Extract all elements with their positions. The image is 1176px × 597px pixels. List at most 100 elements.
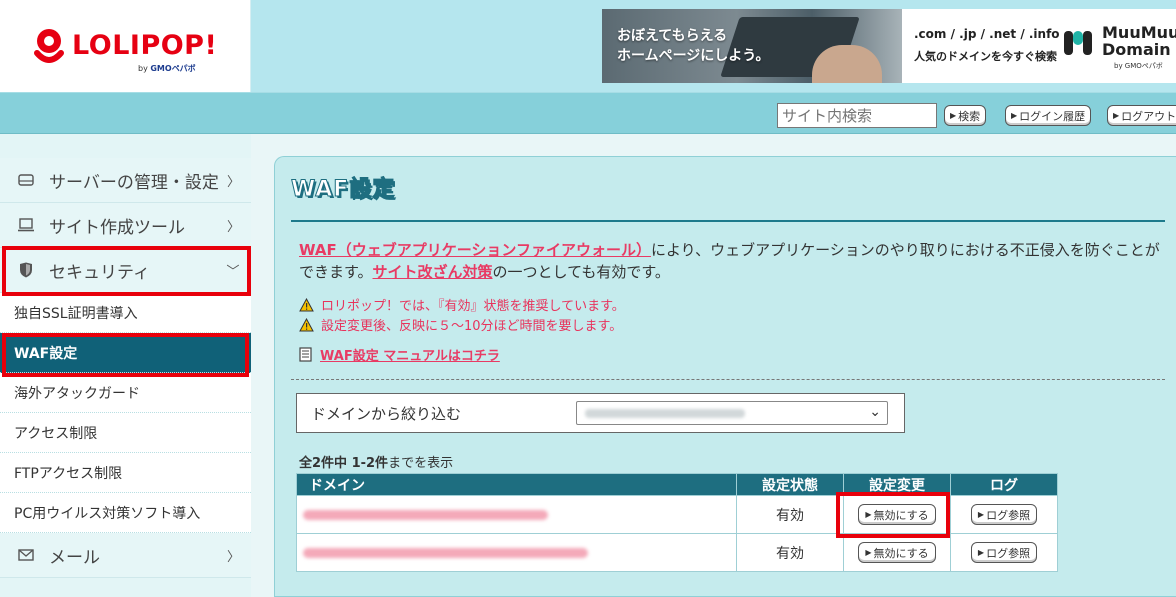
sidebar-sub-label: WAF設定 [14, 345, 78, 362]
redacted-domain [303, 509, 548, 520]
sidebar-sub-waf[interactable]: WAF設定 [0, 333, 251, 373]
domain-select[interactable]: ⌄ [576, 401, 888, 425]
logout-label: ログアウト [1121, 109, 1176, 123]
manual-row: WAF設定 マニュアルはコチラ [299, 345, 500, 364]
disable-button[interactable]: ▶ 無効にする [858, 504, 936, 525]
sidebar-sub-overseas-attack-guard[interactable]: 海外アタックガード [0, 373, 251, 413]
description: WAF（ウェブアプリケーションファイアウォール）により、ウェブアプリケーションの… [299, 239, 1165, 283]
column-header-status: 設定状態 [736, 473, 844, 496]
warning-icon [299, 297, 314, 311]
banner-tlds: .com / .jp / .net / .info [914, 27, 1060, 41]
sidebar-item-label: メール [49, 547, 100, 568]
sidebar-item-label: セキュリティ [49, 262, 150, 283]
triangle-right-icon: ▶ [865, 548, 872, 557]
sidebar-sub-access-restriction[interactable]: アクセス制限 [0, 413, 251, 453]
triangle-right-icon: ▶ [977, 548, 985, 557]
triangle-right-icon: ▶ [977, 510, 985, 519]
sidebar-item-security[interactable]: セキュリティ 〉 [0, 248, 251, 293]
chevron-down-icon: 〉 [223, 263, 239, 278]
banner-tagline: 人気のドメインを今すぐ検索 [914, 50, 1057, 63]
header: LOLIPOP! by GMOペパボ おぼえてもらえる ホームページにしよう。 … [0, 0, 1176, 92]
sidebar-item-label: サイト作成ツール [49, 217, 185, 238]
sidebar: サーバーの管理・設定 〉 サイト作成ツール 〉 セキュリティ 〉 独自SSL証明… [0, 134, 251, 597]
warning-text: ロリポップ！では、『有効』状態を推奨しています。 [321, 299, 625, 314]
ad-banner[interactable]: おぼえてもらえる ホームページにしよう。 .com / .jp / .net /… [602, 9, 1176, 83]
chevron-down-icon: ⌄ [869, 404, 881, 420]
warning-text: 設定変更後、反映に５〜10分ほど時間を要します。 [321, 319, 623, 334]
chevron-right-icon: 〉 [226, 175, 240, 190]
title-divider [291, 220, 1165, 222]
triangle-right-icon: ▶ [950, 111, 957, 120]
column-header-change: 設定変更 [843, 473, 951, 496]
hand-image [812, 45, 882, 83]
result-count-suffix: までを表示 [388, 456, 454, 471]
result-count-range: 全2件中 1-2件 [299, 456, 389, 471]
muumuu-by: by GMOペパボ [1114, 62, 1163, 70]
log-cell: ▶ ログ参照 [950, 533, 1058, 572]
login-history-button[interactable]: ▶ ログイン履歴 [1005, 105, 1092, 126]
sidebar-sub-label: アクセス制限 [14, 425, 98, 442]
domain-cell [296, 495, 737, 534]
domain-filter: ドメインから絞り込む ⌄ [296, 393, 905, 433]
sidebar-sub-antivirus[interactable]: PC用ウイルス対策ソフト導入 [0, 493, 251, 533]
sidebar-item-site-tools[interactable]: サイト作成ツール 〉 [0, 203, 251, 248]
redacted-domain [585, 409, 745, 418]
sidebar-sub-ftp-access-restriction[interactable]: FTPアクセス制限 [0, 453, 251, 493]
shield-icon [17, 261, 35, 279]
view-log-button[interactable]: ▶ ログ参照 [970, 504, 1038, 525]
sidebar-sub-label: 独自SSL証明書導入 [14, 305, 138, 322]
logo-by-company: GMOペパボ [150, 64, 196, 73]
warning-delay: 設定変更後、反映に５〜10分ほど時間を要します。 [299, 315, 622, 334]
chevron-right-icon: 〉 [226, 550, 240, 565]
change-cell: ▶ 無効にする [843, 533, 951, 572]
sidebar-item-label: サーバーの管理・設定 [49, 172, 219, 193]
lollipop-logo-icon [34, 29, 64, 63]
dashed-divider [291, 379, 1165, 380]
status-cell: 有効 [736, 533, 844, 572]
muumuu-brand-line-1: MuuMuu [1102, 23, 1176, 42]
result-count: 全2件中 1-2件までを表示 [299, 452, 453, 471]
banner-photo: おぼえてもらえる ホームページにしよう。 [602, 9, 902, 83]
muumuu-brand-line-2: Domain [1102, 40, 1171, 59]
sidebar-sub-label: PC用ウイルス対策ソフト導入 [14, 505, 201, 522]
view-log-button[interactable]: ▶ ログ参照 [970, 542, 1038, 563]
disable-button[interactable]: ▶ 無効にする [858, 542, 936, 563]
column-header-log: ログ [950, 473, 1058, 496]
view-log-label: ログ参照 [986, 546, 1031, 560]
banner-line-2: ホームページにしよう。 [617, 48, 770, 64]
status-cell: 有効 [736, 495, 844, 534]
logo-text: LOLIPOP! [72, 30, 218, 61]
redacted-domain [303, 547, 588, 558]
server-icon [17, 171, 35, 189]
site-search-input[interactable] [777, 103, 937, 128]
change-cell: ▶ 無効にする [843, 495, 951, 534]
search-button-label: 検索 [958, 109, 981, 123]
view-log-label: ログ参照 [986, 508, 1031, 522]
column-header-domain: ドメイン [296, 473, 737, 496]
login-history-label: ログイン履歴 [1019, 109, 1086, 123]
sidebar-item-mail[interactable]: メール 〉 [0, 533, 251, 578]
triangle-right-icon: ▶ [1011, 111, 1018, 120]
sidebar-sub-ssl[interactable]: 独自SSL証明書導入 [0, 293, 251, 333]
triangle-right-icon: ▶ [1113, 111, 1120, 120]
waf-link[interactable]: WAF（ウェブアプリケーションファイアウォール） [299, 241, 651, 259]
log-cell: ▶ ログ参照 [950, 495, 1058, 534]
warning-icon [299, 317, 314, 331]
waf-domain-table: ドメイン 設定状態 設定変更 ログ 有効 ▶ 無効にする ▶ ログ参照 有効 ▶… [296, 473, 1058, 572]
logo-by-label: by [138, 64, 148, 73]
logo-by: by GMOペパボ [138, 63, 196, 74]
muumuu-brand: MuuMuu Domain [1102, 24, 1176, 58]
manual-link[interactable]: WAF設定 マニュアルはコチラ [320, 345, 500, 364]
domain-cell [296, 533, 737, 572]
site-tamper-link[interactable]: サイト改ざん対策 [373, 263, 493, 281]
warning-recommend: ロリポップ！では、『有効』状態を推奨しています。 [299, 295, 625, 314]
triangle-right-icon: ▶ [865, 510, 872, 519]
logout-button[interactable]: ▶ ログアウト [1107, 105, 1176, 126]
laptop-icon [17, 216, 35, 234]
sidebar-item-server[interactable]: サーバーの管理・設定 〉 [0, 158, 251, 203]
mail-icon [17, 546, 35, 564]
waf-panel: WAF設定 WAF（ウェブアプリケーションファイアウォール）により、ウェブアプリ… [274, 156, 1176, 597]
search-button[interactable]: ▶ 検索 [944, 105, 987, 126]
lolipop-logo[interactable]: LOLIPOP! by GMOペパボ [0, 0, 251, 92]
